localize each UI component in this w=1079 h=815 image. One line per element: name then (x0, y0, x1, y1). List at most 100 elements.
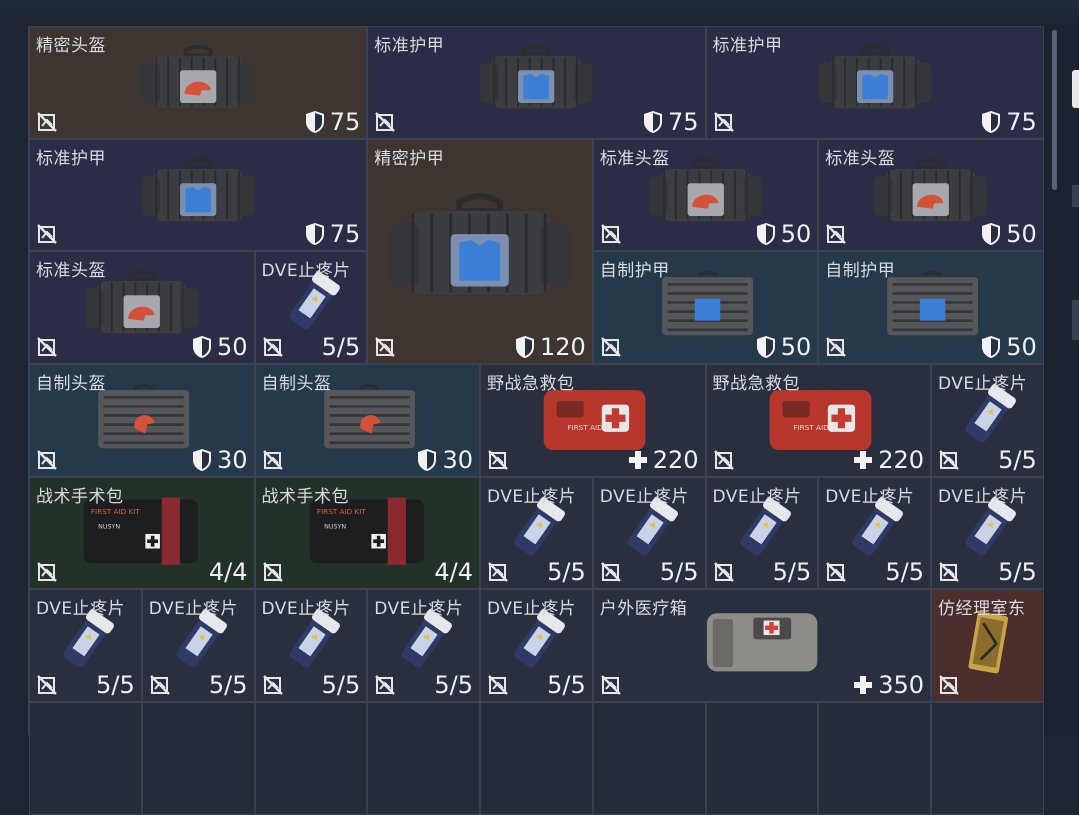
svg-text:NUSYN: NUSYN (98, 523, 120, 530)
item-name: DVE止疼片 (938, 374, 1028, 394)
armor-shield-icon (191, 335, 213, 359)
not-insured-icon (36, 223, 58, 245)
armor-shield-icon (980, 335, 1002, 359)
inventory-item[interactable]: 自制护甲 50 (592, 251, 819, 364)
inventory-item[interactable]: FIRST AID KIT NUSYN 战术手术包 4/4 (254, 476, 480, 590)
item-stat: 5/5 (434, 671, 473, 699)
item-stat: 5/5 (96, 671, 135, 699)
item-stat: 75 (304, 108, 360, 136)
not-insured-icon (262, 449, 284, 471)
item-name: 自制护甲 (825, 261, 896, 282)
item-stat: 75 (980, 108, 1037, 136)
empty-slot[interactable] (367, 702, 480, 815)
empty-slot[interactable] (592, 702, 706, 815)
item-stat: 75 (304, 220, 360, 248)
inventory-item[interactable]: DVE止疼片 5/5 (705, 476, 819, 590)
item-stat-value: 5/5 (885, 558, 924, 587)
inventory-item[interactable]: 标准护甲 75 (705, 26, 1044, 139)
inventory-item[interactable]: 标准头盔 50 (592, 138, 819, 252)
inventory-item[interactable]: DVE止疼片 5/5 (480, 476, 593, 590)
item-name: 标准护甲 (374, 36, 445, 56)
item-name: 仿经理室东 (938, 599, 1026, 620)
inventory-item[interactable]: 标准护甲 75 (29, 138, 368, 252)
not-insured-icon (262, 561, 284, 583)
not-insured-icon (262, 674, 284, 696)
inventory-item[interactable]: 仿经理室东 (931, 589, 1044, 702)
not-insured-icon (262, 336, 284, 358)
inventory-item[interactable]: 标准头盔 50 (29, 251, 255, 364)
panel-edge-mark (1072, 300, 1079, 340)
inventory-item[interactable]: 自制头盔 30 (29, 364, 255, 477)
inventory-item[interactable]: 户外医疗箱 350 (592, 589, 931, 702)
item-stat: 5/5 (998, 446, 1037, 474)
inventory-item[interactable]: DVE止疼片 5/5 (818, 476, 931, 590)
inventory-item[interactable]: FIRST AID 野战急救包 220 (705, 364, 931, 477)
item-name: DVE止疼片 (938, 486, 1028, 507)
item-stat: 5/5 (322, 333, 361, 361)
inventory-item[interactable]: 精密头盔 75 (29, 26, 368, 139)
inventory-item[interactable]: DVE止疼片 5/5 (367, 589, 480, 702)
not-insured-icon (938, 449, 960, 471)
item-stat: 5/5 (547, 671, 586, 699)
inventory-item[interactable]: 自制护甲 50 (818, 251, 1044, 364)
inventory-item[interactable]: FIRST AID 野战急救包 220 (480, 364, 706, 477)
svg-text:FIRST AID KIT: FIRST AID KIT (91, 507, 141, 516)
not-insured-icon (36, 336, 58, 358)
item-stat: 50 (191, 333, 248, 361)
inventory-item[interactable]: FIRST AID KIT NUSYN 战术手术包 4/4 (29, 476, 255, 590)
item-stat-value: 50 (780, 332, 812, 361)
item-stat-value: 5/5 (321, 671, 361, 699)
empty-slot[interactable] (141, 702, 255, 815)
item-name: 标准头盔 (36, 261, 106, 282)
empty-slot[interactable] (29, 702, 142, 815)
item-stat-value: 4/4 (208, 558, 248, 587)
armor-shield-icon (755, 335, 777, 359)
item-stat-value: 5/5 (434, 671, 473, 699)
empty-slot[interactable] (818, 702, 931, 815)
item-name: DVE止疼片 (374, 599, 464, 620)
svg-text:FIRST AID KIT: FIRST AID KIT (316, 507, 366, 516)
inventory-item[interactable]: DVE止疼片 5/5 (592, 476, 706, 590)
inventory-grid: 精密头盔 75 标准护甲 75 标准护甲 75 标准护甲 75 精密护甲 120 (28, 26, 1044, 815)
item-name: DVE止疼片 (599, 486, 689, 507)
inventory-item[interactable]: DVE止疼片 5/5 (480, 589, 593, 702)
empty-slot[interactable] (931, 702, 1044, 815)
not-insured-icon (36, 561, 58, 583)
item-name: 户外医疗箱 (599, 599, 688, 620)
svg-text:FIRST AID: FIRST AID (793, 423, 829, 432)
inventory-item[interactable]: DVE止疼片 5/5 (931, 364, 1044, 477)
side-panel (1043, 26, 1079, 735)
item-stat-value: 5/5 (998, 445, 1037, 474)
inventory-scrollbar[interactable] (1052, 30, 1057, 190)
item-stat: 5/5 (322, 671, 361, 699)
inventory-item[interactable]: DVE止疼片 5/5 (254, 251, 368, 364)
inventory-item[interactable]: 标准护甲 75 (367, 26, 706, 139)
item-stat: 350 (852, 671, 924, 699)
item-image (368, 140, 592, 363)
item-name: 自制护甲 (599, 261, 670, 282)
inventory-item[interactable]: 精密护甲 120 (367, 138, 593, 364)
not-insured-icon (36, 674, 58, 696)
item-stat-value: 220 (652, 445, 699, 474)
inventory-item[interactable]: 自制头盔 30 (254, 364, 480, 477)
empty-slot[interactable] (705, 702, 819, 815)
item-name: 战术手术包 (36, 486, 124, 507)
inventory-item[interactable]: DVE止疼片 5/5 (254, 589, 368, 702)
item-stat: 5/5 (209, 671, 248, 699)
not-insured-icon (713, 561, 735, 583)
item-stat-value: 30 (442, 445, 473, 474)
empty-slot[interactable] (254, 702, 368, 815)
item-stat: 220 (627, 446, 699, 474)
inventory-item[interactable]: DVE止疼片 5/5 (141, 589, 255, 702)
item-stat-value: 50 (1006, 332, 1037, 361)
inventory-item[interactable]: DVE止疼片 5/5 (29, 589, 142, 702)
item-name: 战术手术包 (261, 486, 349, 507)
empty-slot[interactable] (480, 702, 593, 815)
inventory-item[interactable]: DVE止疼片 5/5 (931, 476, 1044, 590)
item-stat-value: 5/5 (547, 558, 586, 587)
inventory-item[interactable]: 标准头盔 50 (818, 138, 1044, 252)
item-name: 标准头盔 (825, 148, 896, 169)
heal-cross-icon (627, 448, 649, 472)
item-name: 野战急救包 (487, 374, 575, 394)
armor-shield-icon (980, 222, 1002, 246)
